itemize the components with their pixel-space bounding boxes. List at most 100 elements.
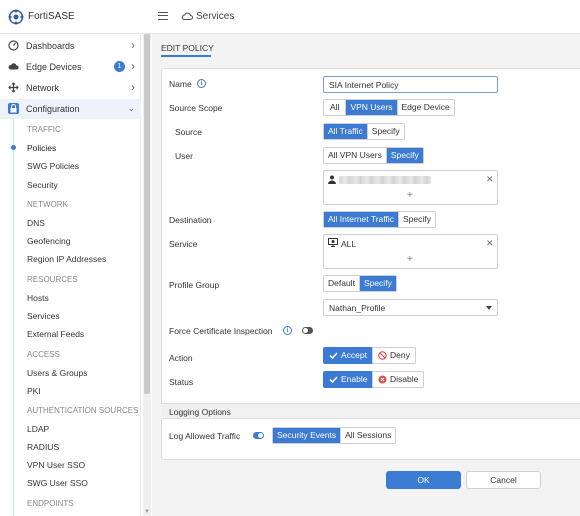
count-badge: 1 <box>114 61 125 72</box>
logging-header-label: Logging Options <box>169 407 231 417</box>
service-label: Service <box>169 239 198 249</box>
sidebar-item-ldap[interactable]: LDAP <box>27 424 49 434</box>
logging-section-header: Logging Options <box>161 403 580 419</box>
scroll-down-icon[interactable]: ▼ <box>144 509 150 515</box>
chevron-down-icon: ⌄ <box>127 103 135 113</box>
profile-select[interactable]: Nathan_Profile <box>323 299 498 316</box>
source-all-traffic[interactable]: All Traffic <box>324 124 367 139</box>
sidebar-item-dashboards[interactable]: Dashboards › <box>0 36 141 56</box>
redacted-user <box>339 176 431 184</box>
toggle-knob <box>303 328 308 333</box>
menu-toggle-icon[interactable] <box>158 12 168 20</box>
nav-tree-line <box>13 118 14 516</box>
section-header: ACCESS <box>27 350 60 359</box>
sidebar-item-region-ip[interactable]: Region IP Addresses <box>27 254 106 264</box>
deny-icon <box>378 351 387 360</box>
remove-icon[interactable]: ✕ <box>486 238 494 249</box>
section-header: NETWORK <box>27 200 68 209</box>
fortisase-logo-icon <box>8 9 24 25</box>
source-scope-toggle: All VPN Users Edge Device <box>323 99 455 116</box>
ok-button[interactable]: OK <box>386 471 461 489</box>
cloud-icon <box>8 63 19 70</box>
sidebar-item-edge-devices[interactable]: Edge Devices 1 › <box>0 57 141 77</box>
log-allowed-toggle[interactable] <box>253 432 264 439</box>
title-underline <box>161 55 211 57</box>
app-name: FortiSASE <box>28 11 75 22</box>
source-specify[interactable]: Specify <box>366 124 404 139</box>
force-cert-toggle[interactable] <box>302 327 313 334</box>
log-security-events[interactable]: Security Events <box>273 428 341 443</box>
log-all-sessions[interactable]: All Sessions <box>340 428 395 443</box>
info-icon[interactable]: i <box>283 326 292 335</box>
name-input[interactable] <box>323 76 498 93</box>
sidebar-item-label: Edge Devices <box>26 62 82 72</box>
section-header: RESOURCES <box>27 275 78 284</box>
sidebar-scrollbar-thumb[interactable] <box>144 34 150 394</box>
page-title: EDIT POLICY <box>161 43 214 53</box>
section-header: AUTHENTICATION SOURCES <box>27 406 139 415</box>
user-toggle: All VPN Users Specify <box>323 147 424 164</box>
profile-group-specify[interactable]: Specify <box>358 276 396 291</box>
source-scope-edge-device[interactable]: Edge Device <box>396 100 454 115</box>
sidebar-item-external-feeds[interactable]: External Feeds <box>27 329 84 339</box>
action-deny[interactable]: Deny <box>372 347 416 364</box>
destination-label: Destination <box>169 215 212 225</box>
sidebar-item-dns[interactable]: DNS <box>27 218 45 228</box>
log-allowed-label: Log Allowed Traffic <box>169 431 241 441</box>
chevron-right-icon: › <box>131 59 135 73</box>
sidebar-item-vpn-user-sso[interactable]: VPN User SSO <box>27 460 85 470</box>
user-icon <box>328 175 336 184</box>
source-label: Source <box>175 127 202 137</box>
chevron-right-icon: › <box>131 38 135 52</box>
top-bar: FortiSASE Services <box>0 0 580 34</box>
user-all-vpn-users[interactable]: All VPN Users <box>324 148 386 163</box>
sidebar-item-label: Network <box>26 83 60 93</box>
add-service-icon[interactable]: + <box>407 254 413 265</box>
destination-specify[interactable]: Specify <box>397 212 435 227</box>
status-enable[interactable]: Enable <box>323 371 374 388</box>
caret-down-icon <box>486 306 492 310</box>
sidebar-item-swg-user-sso[interactable]: SWG User SSO <box>27 478 88 488</box>
profile-select-value: Nathan_Profile <box>329 303 386 313</box>
sidebar-item-geofencing[interactable]: Geofencing <box>27 236 70 246</box>
cancel-button[interactable]: Cancel <box>466 471 541 489</box>
profile-group-label: Profile Group <box>169 280 220 290</box>
profile-group-default[interactable]: Default <box>324 276 359 291</box>
active-indicator <box>11 145 16 150</box>
add-user-icon[interactable]: + <box>407 190 413 201</box>
status-disable[interactable]: Disable <box>372 371 425 388</box>
sidebar-item-network[interactable]: Network › <box>0 78 141 98</box>
accept-label: Accept <box>341 350 367 360</box>
action-accept[interactable]: Accept <box>323 347 373 364</box>
cloud-icon <box>181 12 193 20</box>
check-icon <box>329 376 338 384</box>
source-scope-vpn-users[interactable]: VPN Users <box>345 100 397 115</box>
service-icon <box>328 238 338 247</box>
check-icon <box>329 352 338 360</box>
user-label: User <box>175 151 193 161</box>
sidebar-item-hosts[interactable]: Hosts <box>27 293 49 303</box>
destination-all-internet[interactable]: All Internet Traffic <box>324 212 398 227</box>
section-header: TRAFFIC <box>27 125 61 134</box>
sidebar: Dashboards › Edge Devices 1 › Network › … <box>0 34 141 516</box>
info-icon[interactable]: i <box>197 79 206 88</box>
service-entry: ALL <box>341 239 357 249</box>
section-header: ENDPOINTS <box>27 499 74 508</box>
sidebar-item-label: Configuration <box>26 104 80 114</box>
sidebar-item-policies[interactable]: Policies <box>27 143 56 153</box>
remove-icon[interactable]: ✕ <box>486 174 494 185</box>
source-scope-all[interactable]: All <box>324 100 345 115</box>
source-toggle: All Traffic Specify <box>323 123 405 140</box>
profile-group-toggle: Default Specify <box>323 275 397 292</box>
sidebar-item-services[interactable]: Services <box>27 311 60 321</box>
sidebar-item-radius[interactable]: RADIUS <box>27 442 59 452</box>
force-cert-label: Force Certificate Inspection <box>169 326 273 336</box>
sidebar-item-security[interactable]: Security <box>27 180 58 190</box>
user-specify[interactable]: Specify <box>385 148 423 163</box>
source-scope-label: Source Scope <box>169 103 223 113</box>
action-label: Action <box>169 353 193 363</box>
sidebar-item-swg-policies[interactable]: SWG Policies <box>27 161 79 171</box>
sidebar-item-users-groups[interactable]: Users & Groups <box>27 368 87 378</box>
sidebar-item-configuration[interactable]: Configuration ⌄ <box>0 99 141 119</box>
sidebar-item-pki[interactable]: PKI <box>27 386 41 396</box>
